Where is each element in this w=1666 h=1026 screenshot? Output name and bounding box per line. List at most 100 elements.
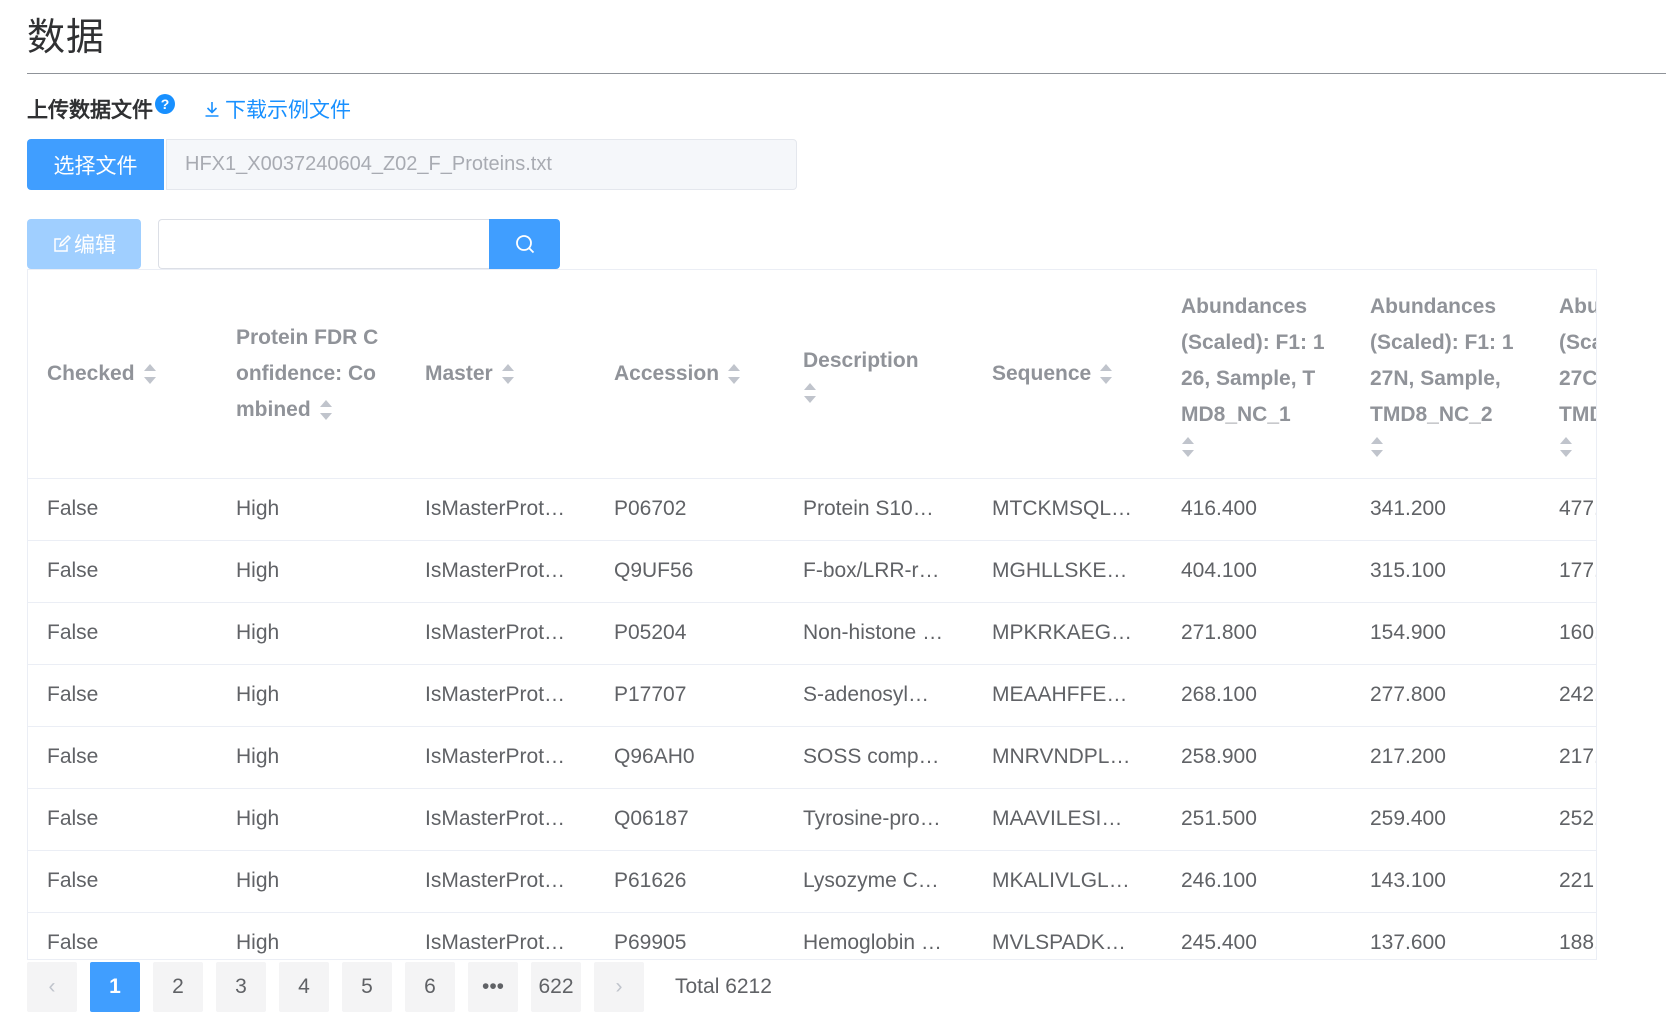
table-cell: 416.400 [1162, 478, 1351, 541]
total-count: Total 6212 [675, 975, 772, 998]
table-cell: 315.100 [1351, 540, 1540, 603]
table-cell: IsMasterProt… [406, 912, 595, 959]
edit-icon [54, 234, 72, 252]
table-cell: False [28, 912, 217, 959]
table-row[interactable]: False High IsMasterProt… Q06187 Tyrosine-pro… [28, 788, 1596, 851]
table-cell: IsMasterProt… [406, 850, 595, 913]
table-header-row: Checked Protein FDR C onfidence: Co mbin… [28, 270, 1596, 479]
page-button-2[interactable]: 2 [153, 962, 203, 1012]
sort-icon[interactable] [727, 362, 741, 386]
table-cell: 277.800 [1351, 664, 1540, 727]
table-cell: 217. [1540, 726, 1596, 789]
page-button-4[interactable]: 4 [279, 962, 329, 1012]
page-title: 数据 [27, 17, 106, 59]
table-cell: F-box/LRR-r… [784, 540, 973, 603]
sort-icon[interactable] [1559, 435, 1573, 459]
table-cell: MKALIVLGL… [973, 850, 1162, 913]
column-header-abundance-127n[interactable]: Abundances (Scaled): F1: 1 27N, Sample, … [1351, 270, 1540, 479]
table-cell: High [217, 850, 406, 913]
page-button-1[interactable]: 1 [90, 962, 140, 1012]
table-cell: P06702 [595, 478, 784, 541]
table-cell: 242. [1540, 664, 1596, 727]
choose-file-button[interactable]: 选择文件 [27, 139, 164, 190]
table-cell: False [28, 726, 217, 789]
table-cell: MPKRKAEG… [973, 602, 1162, 665]
table-cell: 160. [1540, 602, 1596, 665]
table-cell: 258.900 [1162, 726, 1351, 789]
table-cell: False [28, 664, 217, 727]
sort-icon[interactable] [1181, 435, 1195, 459]
table-cell: Protein S10… [784, 478, 973, 541]
file-picker: 选择文件 HFX1_X0037240604_Z02_F_Proteins.txt [27, 139, 797, 190]
table-row[interactable]: False High IsMasterProt… P05204 Non-histone … [28, 602, 1596, 665]
table-row[interactable]: False High IsMasterProt… P17707 S-adenosyl… M… [28, 664, 1596, 727]
sort-icon[interactable] [1370, 435, 1384, 459]
sort-icon[interactable] [1099, 362, 1113, 386]
table-cell: S-adenosyl… [784, 664, 973, 727]
table-cell: 188. [1540, 912, 1596, 959]
table-cell: High [217, 540, 406, 603]
column-header-master[interactable]: Master [406, 270, 595, 479]
table-cell: MEAAHFFE… [973, 664, 1162, 727]
file-name-field: HFX1_X0037240604_Z02_F_Proteins.txt [166, 139, 797, 190]
table-cell: IsMasterProt… [406, 788, 595, 851]
table-cell: P69905 [595, 912, 784, 959]
table-row[interactable]: False High IsMasterProt… P06702 Protein S10…… [28, 478, 1596, 541]
table-cell: False [28, 478, 217, 541]
table-row[interactable]: False High IsMasterProt… P61626 Lysozyme C… M… [28, 850, 1596, 913]
column-header-description[interactable]: Description [784, 270, 973, 479]
search-button[interactable] [489, 219, 560, 269]
table-row[interactable]: False High IsMasterProt… Q96AH0 SOSS comp… MN… [28, 726, 1596, 789]
column-header-protein-fdr[interactable]: Protein FDR C onfidence: Co mbined [217, 270, 406, 479]
table-cell: IsMasterProt… [406, 540, 595, 603]
sort-icon[interactable] [319, 398, 333, 422]
table-row[interactable]: False High IsMasterProt… Q9UF56 F-box/LRR-r…… [28, 540, 1596, 603]
sort-icon[interactable] [803, 381, 817, 405]
table-cell: IsMasterProt… [406, 602, 595, 665]
table-cell: High [217, 478, 406, 541]
page-button-5[interactable]: 5 [342, 962, 392, 1012]
table-row[interactable]: False High IsMasterProt… P69905 Hemoglobin …… [28, 912, 1596, 959]
table-cell: 404.100 [1162, 540, 1351, 603]
page-button-3[interactable]: 3 [216, 962, 266, 1012]
table-cell: 143.100 [1351, 850, 1540, 913]
table-cell: MGHLLSKE… [973, 540, 1162, 603]
table-cell: Q06187 [595, 788, 784, 851]
table-cell: P05204 [595, 602, 784, 665]
table-cell: 177. [1540, 540, 1596, 603]
table-cell: 477. [1540, 478, 1596, 541]
table-toolbar: 编辑 [27, 219, 560, 269]
table-cell: 137.600 [1351, 912, 1540, 959]
table-cell: MTCKMSQL… [973, 478, 1162, 541]
page-button-last[interactable]: 622 [531, 962, 581, 1012]
table-cell: Q9UF56 [595, 540, 784, 603]
edit-button[interactable]: 编辑 [27, 219, 141, 269]
help-icon[interactable]: ? [155, 94, 175, 114]
column-header-abundance-126[interactable]: Abundances (Scaled): F1: 1 26, Sample, T… [1162, 270, 1351, 479]
table-cell: False [28, 850, 217, 913]
download-sample-link[interactable]: 下载示例文件 [203, 94, 351, 124]
download-sample-label: 下载示例文件 [225, 99, 351, 122]
column-header-accession[interactable]: Accession [595, 270, 784, 479]
edit-button-label: 编辑 [74, 234, 116, 257]
table-cell: Tyrosine-pro… [784, 788, 973, 851]
table-cell: 252. [1540, 788, 1596, 851]
column-header-checked[interactable]: Checked [28, 270, 217, 479]
table-cell: MVLSPADK… [973, 912, 1162, 959]
prev-page-button[interactable]: ‹ [27, 962, 77, 1012]
sort-icon[interactable] [501, 362, 515, 386]
search-input[interactable] [158, 219, 489, 269]
page-button-6[interactable]: 6 [405, 962, 455, 1012]
column-header-abundance-127c[interactable]: Abundances (Scaled): F1: 1 27C, Sample, … [1540, 270, 1596, 479]
table-cell: Hemoglobin … [784, 912, 973, 959]
table-cell: 259.400 [1351, 788, 1540, 851]
next-page-button[interactable]: › [594, 962, 644, 1012]
table-cell: High [217, 602, 406, 665]
column-header-sequence[interactable]: Sequence [973, 270, 1162, 479]
table-cell: False [28, 602, 217, 665]
upload-row: 上传数据文件 ? 下载示例文件 [27, 94, 351, 124]
more-pages-icon[interactable]: ••• [468, 962, 518, 1012]
table-cell: High [217, 726, 406, 789]
sort-icon[interactable] [143, 362, 157, 386]
table-cell: 341.200 [1351, 478, 1540, 541]
